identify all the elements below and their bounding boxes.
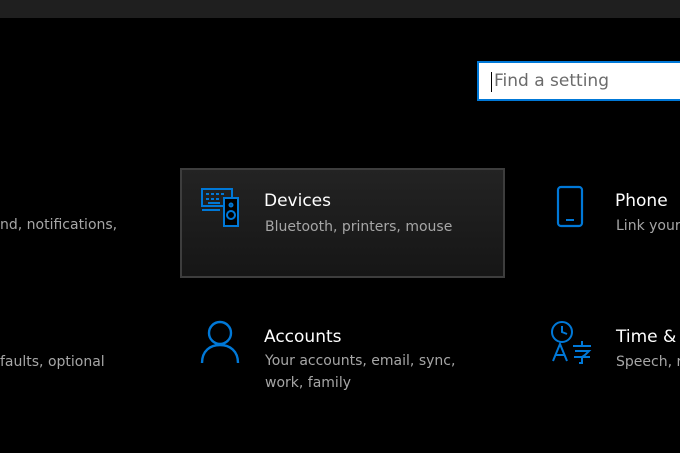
tile-phone-title: Phone	[615, 191, 668, 211]
tile-accounts[interactable]: Accounts Your accounts, email, sync, wor…	[180, 305, 505, 405]
settings-window: Find a setting nd, notifications, Device…	[0, 0, 680, 453]
tile-apps-desc: faults, optional	[0, 354, 105, 370]
tile-accounts-desc-line1: Your accounts, email, sync,	[265, 353, 456, 369]
search-input[interactable]: Find a setting	[477, 61, 680, 101]
tile-system[interactable]: nd, notifications,	[0, 168, 150, 276]
person-icon	[200, 320, 240, 364]
tile-accounts-desc-line2: work, family	[265, 375, 351, 391]
title-bar	[0, 0, 680, 18]
tile-devices[interactable]: Devices Bluetooth, printers, mouse	[180, 168, 505, 278]
tile-apps[interactable]: faults, optional	[0, 305, 150, 405]
tile-time-language-title: Time & L	[616, 327, 680, 347]
tile-devices-title: Devices	[264, 191, 331, 211]
text-caret	[491, 72, 492, 92]
tile-phone[interactable]: Phone Link your	[530, 168, 680, 276]
tile-time-language-desc: Speech, re	[616, 354, 680, 370]
tile-system-desc: nd, notifications,	[0, 217, 118, 233]
tile-accounts-title: Accounts	[264, 327, 342, 347]
time-language-icon	[551, 321, 592, 364]
tile-devices-desc: Bluetooth, printers, mouse	[265, 219, 453, 235]
tile-time-language[interactable]: Time & L Speech, re	[530, 305, 680, 405]
keyboard-speaker-icon	[201, 188, 239, 227]
phone-icon	[556, 185, 584, 228]
search-placeholder: Find a setting	[494, 71, 609, 91]
tile-phone-desc: Link your	[616, 218, 680, 234]
